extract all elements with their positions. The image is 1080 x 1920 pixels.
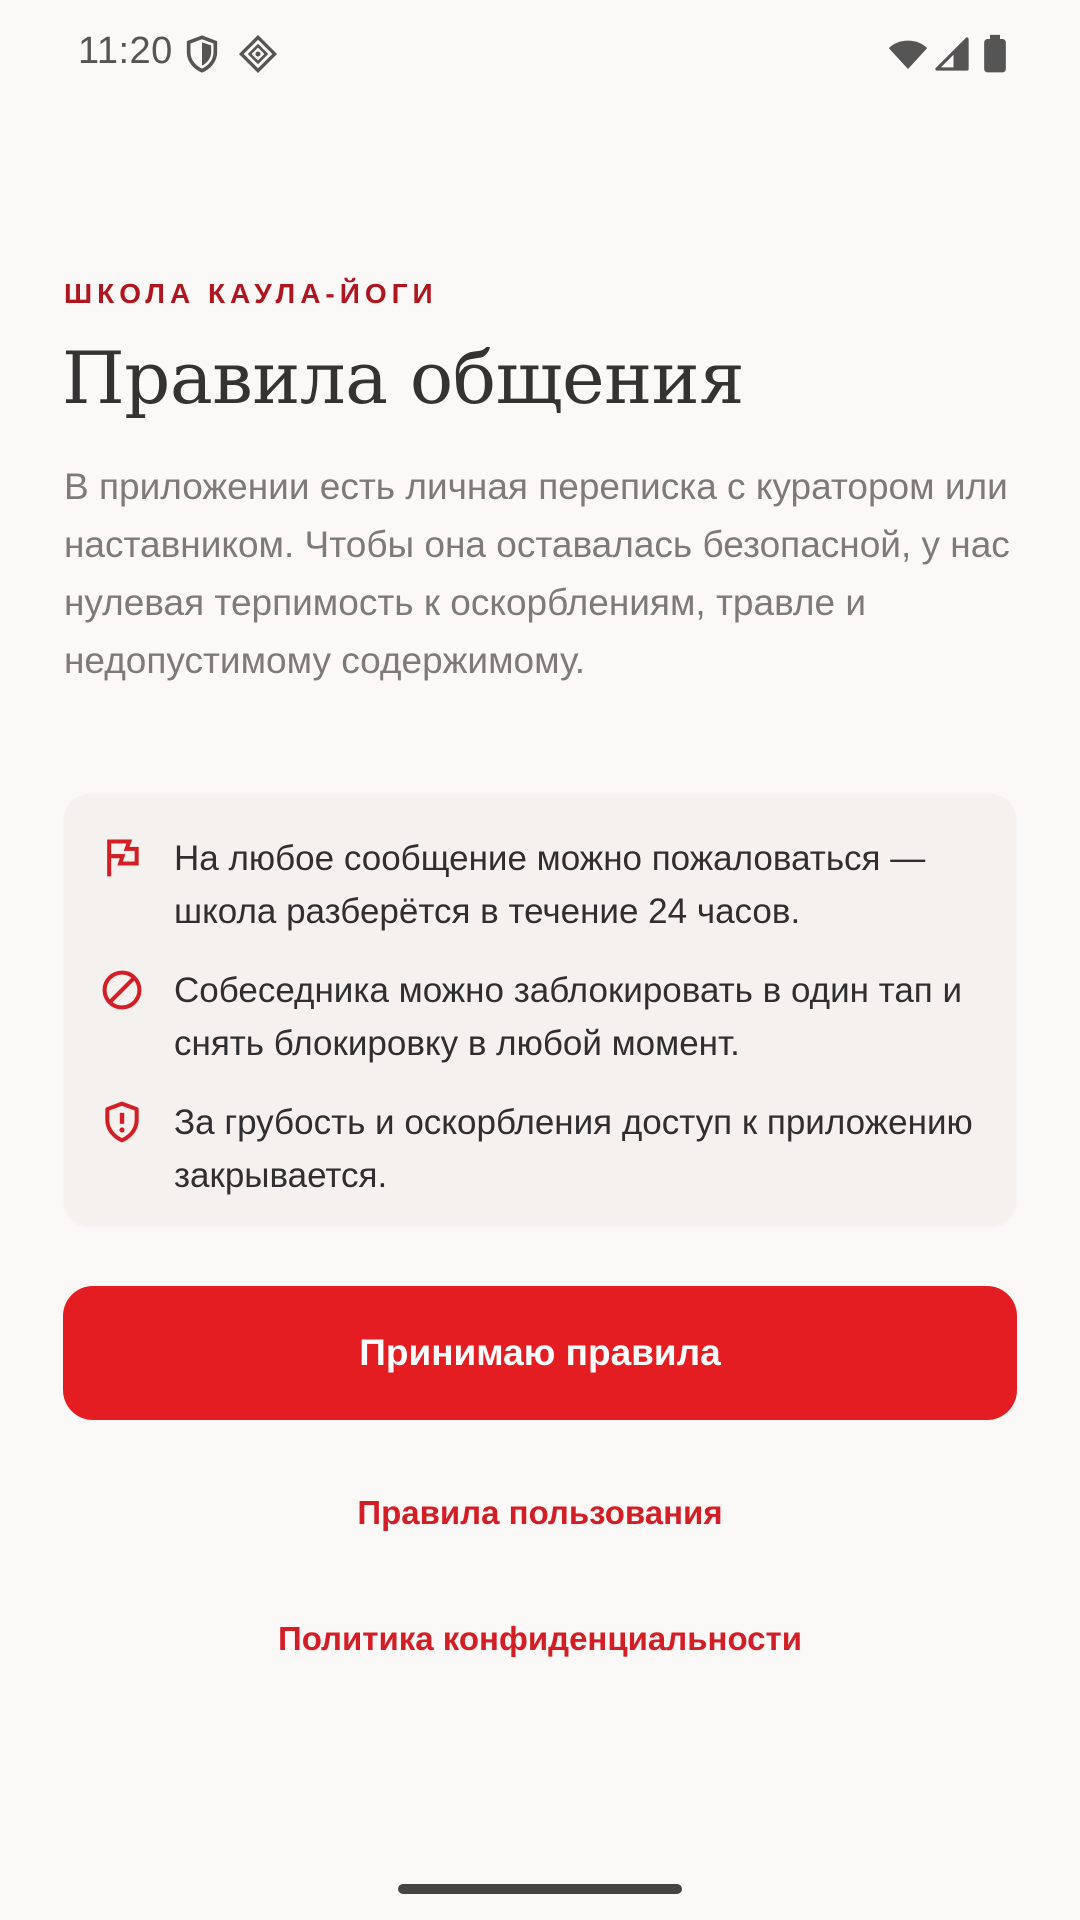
battery-icon [980,34,1010,74]
school-name: ШКОЛА КАУЛА-ЙОГИ [64,278,438,309]
location-diamond-icon [238,34,278,74]
cellular-signal-icon [934,34,970,74]
home-indicator[interactable] [398,1884,682,1894]
rules-card: На любое сообщение можно пожаловаться — … [64,794,1016,1226]
flag-icon [100,836,144,880]
status-time: 11:20 [78,30,173,72]
rule-text: Собеседника можно заблокировать в один т… [174,971,963,1063]
block-icon [100,968,144,1012]
terms-of-use-link[interactable]: Правила пользования [0,1494,1080,1532]
privacy-policy-link[interactable]: Политика конфиденциальности [0,1620,1080,1658]
rule-text: За грубость и оскорбления доступ к прило… [174,1103,973,1195]
wifi-icon [888,34,928,74]
rule-text: На любое сообщение можно пожаловаться — … [174,839,926,931]
shield-alert-icon [100,1100,144,1144]
intro-text: В приложении есть личная переписка с кур… [64,466,1010,681]
shield-icon [182,34,222,74]
accept-rules-button[interactable]: Принимаю правила [63,1286,1017,1420]
status-bar: 11:20 [0,0,1080,110]
page-title: Правила общения [62,336,745,420]
